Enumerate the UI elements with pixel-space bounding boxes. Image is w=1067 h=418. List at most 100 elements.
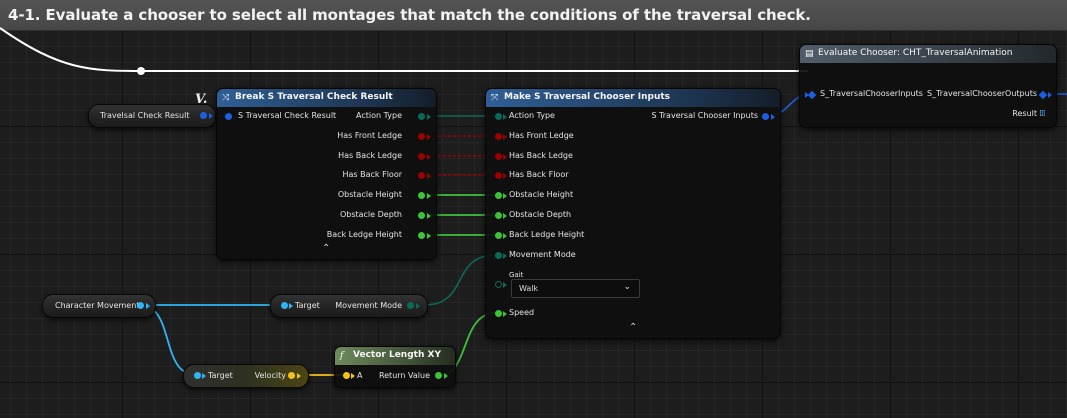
input-label-action-type: Action Type — [509, 111, 555, 120]
pin-arrow — [503, 282, 507, 288]
pin-arrow — [771, 113, 775, 120]
input-pin-obstacle-depth[interactable] — [495, 212, 502, 219]
character-movement-label: Character Movement — [55, 301, 140, 310]
input-pin-back-ledge-height[interactable] — [495, 232, 502, 239]
pin-arrow — [503, 133, 507, 140]
pin-arrow — [289, 302, 293, 309]
output-pin-has-back-ledge[interactable] — [418, 153, 425, 160]
pin-arrow — [427, 232, 431, 239]
output-pin-back-ledge-height[interactable] — [418, 232, 425, 239]
movement-mode-label: Movement Mode — [335, 301, 402, 310]
output-pin-obstacle-depth[interactable] — [418, 212, 425, 219]
output-label-return-value: Return Value — [378, 371, 430, 380]
input-pin-gait[interactable] — [495, 281, 502, 288]
make-traversal-chooser-inputs-node[interactable]: ⤧ Make S Traversal Chooser Inputs Action… — [485, 88, 781, 339]
function-icon: f — [340, 351, 344, 361]
pin-arrow — [503, 232, 507, 239]
pin-arrow — [297, 372, 301, 379]
input-pin-chooser-inputs[interactable] — [807, 90, 817, 99]
pin-arrow — [503, 172, 507, 179]
gait-dropdown-value: Walk — [519, 284, 539, 293]
pin-arrow — [503, 310, 507, 317]
get-velocity-node[interactable]: Target Velocity — [183, 364, 309, 388]
movement-mode-pin[interactable] — [407, 302, 414, 309]
pin-arrow — [146, 302, 150, 309]
input-pin-traversal-check-result[interactable] — [225, 113, 232, 120]
output-label-has-back-ledge: Has Back Ledge — [338, 151, 402, 160]
evaluate-chooser-node[interactable]: ▤ Evaluate Chooser: CHT_TraversalAnimati… — [799, 44, 1057, 128]
travelsal-check-result-node[interactable]: Travelsal Check Result — [88, 104, 216, 128]
node-header[interactable]: ⤧ Make S Traversal Chooser Inputs — [486, 89, 780, 107]
node-header[interactable]: ▤ Evaluate Chooser: CHT_TraversalAnimati… — [800, 45, 1056, 63]
pin-arrow — [416, 302, 420, 309]
break-traversal-check-result-node[interactable]: ⤨ Break S Traversal Check Result S Trave… — [216, 88, 437, 260]
collapse-toggle-icon[interactable]: ⌃ — [322, 243, 330, 254]
input-label-speed: Speed — [509, 308, 535, 317]
output-label-action-type: Action Type — [356, 111, 402, 120]
vector-length-xy-node[interactable]: f Vector Length XY A Return Value — [334, 346, 456, 388]
input-label: S Traversal Check Result — [238, 111, 337, 120]
exec-reroute-knot — [137, 67, 145, 75]
output-pin-obstacle-height[interactable] — [418, 192, 425, 199]
collapse-toggle-icon[interactable]: ⌃ — [629, 322, 637, 333]
input-pin-speed[interactable] — [495, 310, 502, 317]
node-header[interactable]: f Vector Length XY — [335, 347, 455, 365]
input-pin-has-back-floor[interactable] — [495, 172, 502, 179]
target-pin[interactable] — [194, 372, 201, 379]
output-pin-has-back-floor[interactable] — [418, 172, 425, 179]
input-label-obstacle-depth: Obstacle Depth — [509, 210, 572, 219]
pin-arrow — [427, 133, 431, 140]
input-label-obstacle-height: Obstacle Height — [509, 190, 574, 199]
struct-make-icon: ⤧ — [491, 93, 499, 103]
blueprint-graph-canvas[interactable]: 4-1. Evaluate a chooser to select all mo… — [0, 0, 1067, 418]
input-pin-a[interactable] — [343, 372, 350, 379]
watermark-stamp: V. — [195, 92, 208, 107]
node-title: Vector Length XY — [353, 350, 441, 360]
pin-arrow — [503, 192, 507, 199]
output-label-has-back-floor: Has Back Floor — [342, 170, 403, 179]
pin-arrow — [427, 113, 431, 120]
output-label-obstacle-depth: Obstacle Depth — [339, 210, 402, 219]
character-movement-node[interactable]: Character Movement — [42, 294, 156, 318]
exec-wire — [0, 27, 808, 72]
input-pin-has-front-ledge[interactable] — [495, 133, 502, 140]
gait-dropdown[interactable]: Walk ⌄ — [511, 279, 640, 298]
pin-arrow — [503, 113, 507, 120]
input-label-a: A — [357, 371, 363, 380]
target-label: Target — [208, 371, 233, 380]
node-header[interactable]: ⤨ Break S Traversal Check Result — [217, 89, 436, 107]
input-label-has-back-ledge: Has Back Ledge — [509, 151, 573, 160]
output-pin-action-type[interactable] — [418, 113, 425, 120]
input-label-back-ledge-height: Back Ledge Height — [509, 230, 585, 239]
output-label-obstacle-height: Obstacle Height — [337, 190, 402, 199]
input-pin-movement-mode[interactable] — [495, 252, 502, 259]
input-pin-has-back-ledge[interactable] — [495, 153, 502, 160]
node-title: Make S Traversal Chooser Inputs — [504, 92, 671, 102]
chevron-down-icon: ⌄ — [623, 282, 631, 292]
array-result-pin-icon[interactable]: ⁞⁞⁞ — [1039, 110, 1046, 119]
pin-arrow — [503, 212, 507, 219]
output-pin-has-front-ledge[interactable] — [418, 133, 425, 140]
output-label-has-front-ledge: Has Front Ledge — [337, 131, 402, 140]
target-label: Target — [295, 301, 320, 310]
output-pin-return-value[interactable] — [435, 372, 442, 379]
output-label-chooser-inputs: S Traversal Chooser Inputs — [651, 111, 758, 120]
output-label-back-ledge-height: Back Ledge Height — [326, 230, 402, 239]
chooser-table-icon: ▤ — [805, 49, 814, 59]
input-pin-obstacle-height[interactable] — [495, 192, 502, 199]
input-label-movement-mode: Movement Mode — [509, 250, 576, 259]
pin-arrow — [444, 372, 448, 379]
velocity-pin[interactable] — [288, 372, 295, 379]
output-pin-chooser-outputs[interactable] — [1038, 90, 1048, 99]
input-label-has-back-floor: Has Back Floor — [509, 170, 569, 179]
character-movement-pin[interactable] — [137, 302, 144, 309]
input-label-chooser-inputs: S_TraversalChooserInputs — [820, 89, 923, 98]
node-title: Break S Traversal Check Result — [235, 92, 393, 102]
output-pin-chooser-inputs[interactable] — [762, 113, 769, 120]
input-pin-action-type[interactable] — [495, 113, 502, 120]
target-pin[interactable] — [281, 302, 288, 309]
output-label-chooser-outputs: S_TraversalChooserOutputs — [927, 89, 1037, 98]
travelsal-check-result-label: Travelsal Check Result — [100, 111, 190, 120]
travelsal-check-result-pin[interactable] — [200, 112, 207, 119]
get-movement-mode-node[interactable]: Target Movement Mode — [270, 294, 428, 318]
